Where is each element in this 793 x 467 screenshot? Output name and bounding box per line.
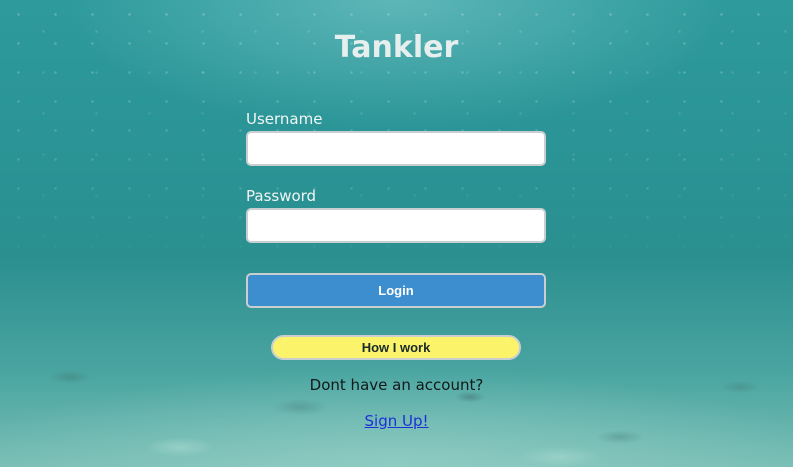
signup-link[interactable]: Sign Up! <box>365 412 429 430</box>
login-form: Username Password Login <box>246 110 546 308</box>
username-input[interactable] <box>246 131 546 166</box>
username-label: Username <box>246 110 323 128</box>
signup-link-container: Sign Up! <box>0 412 793 430</box>
signup-prompt: Dont have an account? <box>309 376 484 394</box>
password-label: Password <box>246 187 317 205</box>
how-it-works-button[interactable]: How I work <box>271 335 521 360</box>
app-title: Tankler <box>334 30 459 65</box>
password-input[interactable] <box>246 208 546 243</box>
login-button[interactable]: Login <box>246 273 546 308</box>
